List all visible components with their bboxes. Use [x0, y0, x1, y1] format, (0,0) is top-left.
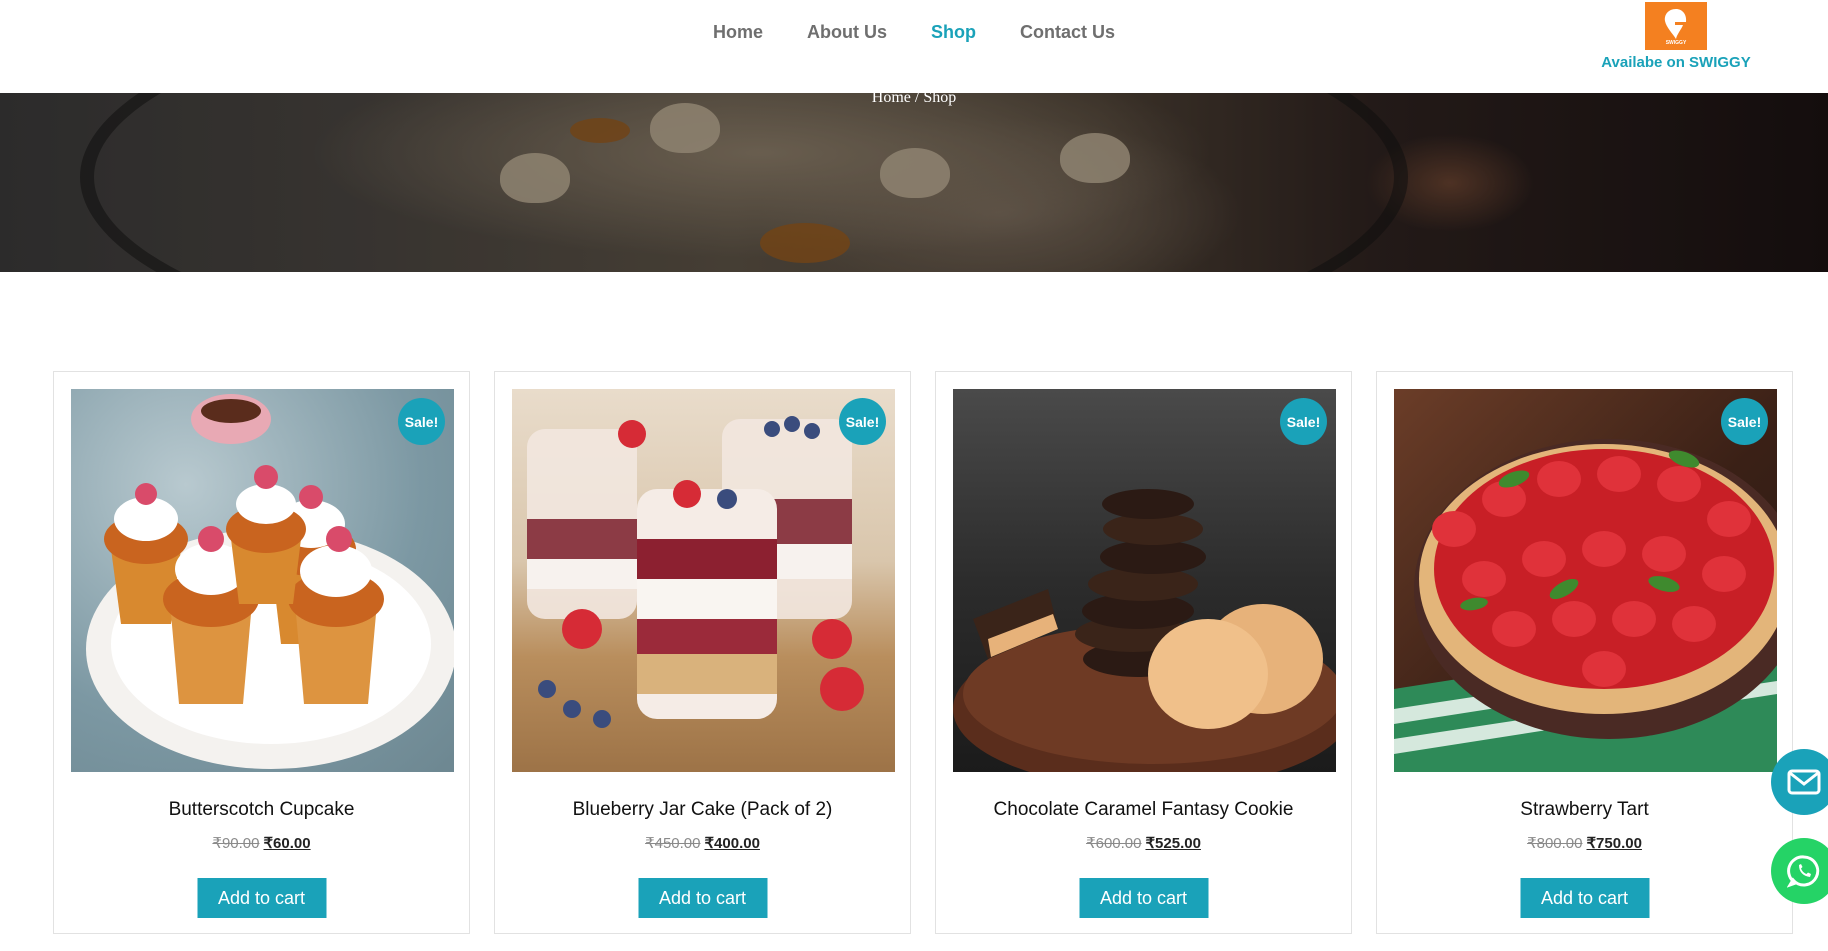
sale-price: ₹60.00 [263, 835, 311, 852]
product-card: Sale! Chocolate Caramel Fantasy Cookie ₹… [935, 371, 1352, 934]
product-image-strawberry-tart[interactable]: Sale! [1394, 389, 1777, 772]
old-price: ₹600.00 [1086, 835, 1142, 852]
product-image-chocolate-caramel-cookie[interactable]: Sale! [953, 389, 1336, 772]
product-image-butterscotch-cupcake[interactable]: Sale! [71, 389, 454, 772]
envelope-icon [1787, 769, 1821, 795]
product-name[interactable]: Chocolate Caramel Fantasy Cookie [936, 799, 1351, 821]
sale-price: ₹750.00 [1586, 835, 1642, 852]
sale-badge: Sale! [1721, 398, 1768, 445]
product-card: Sale! Strawberry Tart ₹800.00 ₹750.00 Add… [1376, 371, 1793, 934]
add-to-cart-button[interactable]: Add to cart [197, 878, 326, 918]
product-card: Sale! Blueberry Jar Cake (Pack of 2) ₹45… [494, 371, 911, 934]
swiggy-logo-text: SWIGGY [1665, 40, 1687, 46]
product-image-blueberry-jar-cake[interactable]: Sale! [512, 389, 895, 772]
nav-contact-us[interactable]: Contact Us [1020, 22, 1115, 43]
whatsapp-icon [1787, 855, 1820, 888]
site-header: Home About Us Shop Contact Us SWIGGY Ava… [0, 0, 1828, 93]
banner-overlay [0, 93, 1828, 272]
product-name[interactable]: Blueberry Jar Cake (Pack of 2) [495, 799, 910, 821]
main-nav: Home About Us Shop Contact Us [0, 22, 1828, 43]
product-price: ₹450.00 ₹400.00 [495, 834, 910, 852]
add-to-cart-button[interactable]: Add to cart [1079, 878, 1208, 918]
nav-shop[interactable]: Shop [931, 22, 976, 43]
swiggy-pin-icon [1664, 9, 1687, 39]
sale-price: ₹525.00 [1145, 835, 1201, 852]
swiggy-badge[interactable]: SWIGGY Availabe on SWIGGY [1596, 2, 1756, 71]
sale-badge: Sale! [839, 398, 886, 445]
nav-home[interactable]: Home [713, 22, 763, 43]
swiggy-logo: SWIGGY [1645, 2, 1707, 50]
sale-price: ₹400.00 [704, 835, 760, 852]
cupcake-illustration [86, 394, 454, 769]
tart-illustration [1394, 439, 1777, 772]
product-name[interactable]: Butterscotch Cupcake [54, 799, 469, 821]
cookie-illustration [953, 489, 1336, 772]
add-to-cart-button[interactable]: Add to cart [638, 878, 767, 918]
add-to-cart-button[interactable]: Add to cart [1520, 878, 1649, 918]
email-float-button[interactable] [1771, 749, 1828, 815]
old-price: ₹450.00 [645, 835, 701, 852]
sale-badge: Sale! [1280, 398, 1327, 445]
swiggy-caption[interactable]: Availabe on SWIGGY [1596, 54, 1756, 71]
product-name[interactable]: Strawberry Tart [1377, 799, 1792, 821]
breadcrumb: Home / Shop [871, 89, 957, 106]
product-price: ₹800.00 ₹750.00 [1377, 834, 1792, 852]
product-card: Sale! Butterscotch Cupcake ₹90.00 ₹60.00 … [53, 371, 470, 934]
nav-about-us[interactable]: About Us [807, 22, 887, 43]
whatsapp-float-button[interactable] [1771, 838, 1828, 904]
jar-cake-illustration [527, 416, 864, 728]
product-price: ₹600.00 ₹525.00 [936, 834, 1351, 852]
hero-banner [0, 93, 1828, 272]
old-price: ₹90.00 [212, 835, 260, 852]
product-price: ₹90.00 ₹60.00 [54, 834, 469, 852]
old-price: ₹800.00 [1527, 835, 1583, 852]
sale-badge: Sale! [398, 398, 445, 445]
